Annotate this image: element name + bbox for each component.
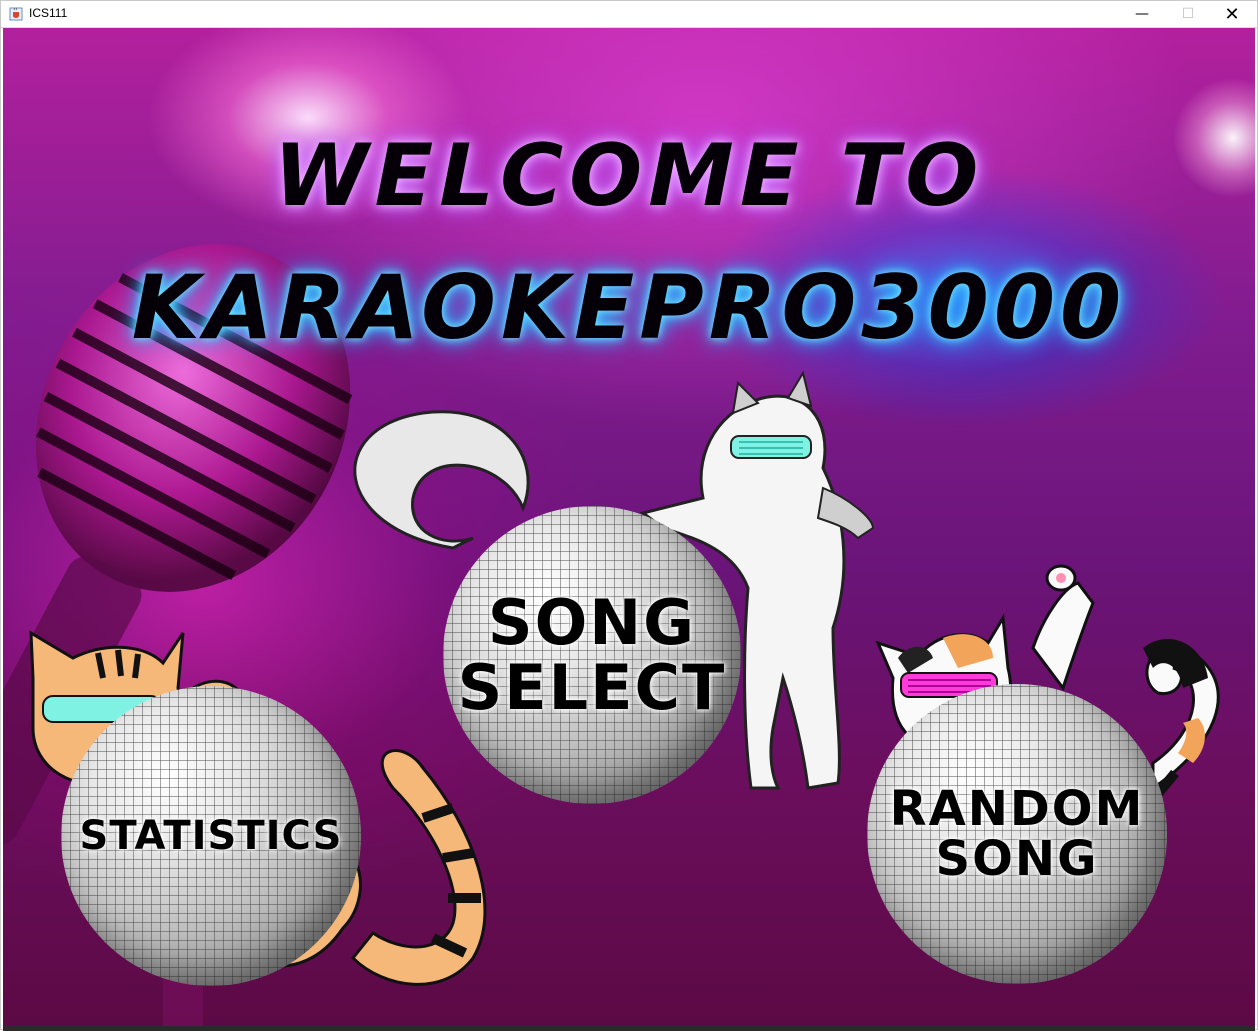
minimize-icon: — bbox=[1135, 6, 1149, 22]
statistics-label: STATISTICS bbox=[79, 813, 343, 859]
window-title: ICS111 bbox=[29, 6, 68, 20]
app-window: ICS111 — ☐ ✕ WELCOME TO KARAOKEPRO3000 S… bbox=[0, 0, 1258, 1031]
java-cup-icon bbox=[9, 7, 23, 21]
welcome-heading: WELCOME TO bbox=[273, 126, 985, 226]
title-bar[interactable]: ICS111 — ☐ ✕ bbox=[1, 1, 1257, 28]
window-bottom-edge bbox=[3, 1026, 1255, 1031]
song-select-label: SONG SELECT bbox=[457, 585, 727, 724]
random-song-label: RANDOM SONG bbox=[889, 780, 1145, 887]
maximize-icon: ☐ bbox=[1181, 6, 1195, 22]
app-name-heading: KARAOKEPRO3000 bbox=[131, 256, 1127, 359]
main-menu-screen: WELCOME TO KARAOKEPRO3000 SONG SELECT ST… bbox=[3, 28, 1255, 1028]
random-song-button[interactable]: RANDOM SONG bbox=[867, 684, 1167, 984]
song-select-button[interactable]: SONG SELECT bbox=[443, 506, 741, 804]
maximize-button[interactable]: ☐ bbox=[1165, 1, 1211, 27]
minimize-button[interactable]: — bbox=[1119, 1, 1165, 27]
close-button[interactable]: ✕ bbox=[1209, 1, 1255, 27]
statistics-button[interactable]: STATISTICS bbox=[61, 686, 361, 986]
close-icon: ✕ bbox=[1224, 3, 1240, 25]
